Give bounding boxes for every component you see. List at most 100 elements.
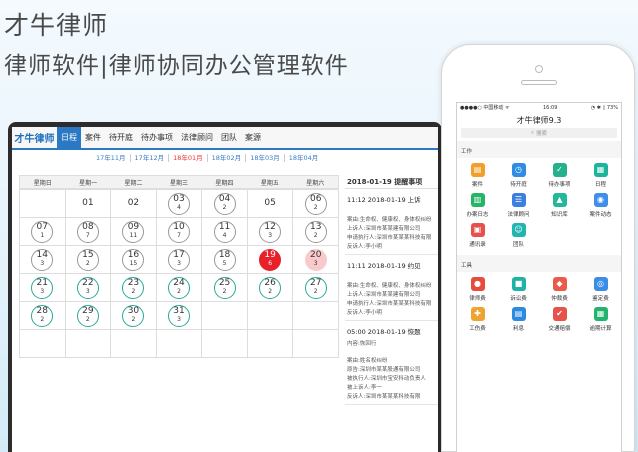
nav-item-5[interactable]: 团队 — [217, 127, 241, 148]
calendar-day-cell[interactable]: 02 — [111, 190, 157, 218]
app-knowledge[interactable]: ▲ 知识库 — [539, 190, 580, 220]
day-marker[interactable]: 05 — [259, 193, 281, 215]
day-marker[interactable]: 12 3 — [259, 220, 282, 243]
app-clock[interactable]: ◷ 待开庭 — [498, 160, 539, 190]
calendar-day-cell[interactable]: 20 3 — [293, 246, 339, 274]
app-injury-fee[interactable]: ✚ 工伤费 — [457, 304, 498, 334]
calendar-day-cell[interactable]: 24 2 — [156, 274, 203, 302]
day-marker[interactable]: 13 2 — [304, 220, 327, 243]
day-marker[interactable]: 30 2 — [122, 304, 145, 327]
month-link-0[interactable]: 17年11月 — [92, 154, 131, 162]
app-calendar[interactable]: ▦ 日程 — [580, 160, 621, 190]
day-marker[interactable]: 31 3 — [167, 304, 190, 327]
nav-item-4[interactable]: 法律顾问 — [177, 127, 217, 148]
app-overdue[interactable]: ▦ 逾期计算 — [580, 304, 621, 334]
day-marker[interactable]: 11 4 — [213, 220, 236, 243]
month-link-3[interactable]: 18年02月 — [208, 154, 247, 162]
app-lawyer-fee[interactable]: ● 律师费 — [457, 274, 498, 304]
calendar-day-cell[interactable]: 09 11 — [111, 218, 157, 246]
day-marker[interactable]: 02 — [122, 193, 144, 215]
calendar-day-cell[interactable]: 07 1 — [20, 218, 66, 246]
day-marker[interactable]: 08 7 — [76, 220, 99, 243]
day-marker[interactable]: 22 3 — [76, 276, 99, 299]
day-marker[interactable]: 15 2 — [76, 248, 99, 271]
day-marker[interactable]: 18 5 — [213, 248, 236, 271]
calendar-day-cell[interactable]: 15 2 — [65, 246, 112, 274]
calendar-day-cell[interactable]: 27 2 — [293, 274, 339, 302]
calendar-day-cell[interactable]: 08 7 — [65, 218, 112, 246]
calendar-day-cell[interactable]: 19 6 — [247, 246, 294, 274]
day-marker[interactable]: 09 11 — [122, 220, 145, 243]
nav-item-3[interactable]: 待办事项 — [137, 127, 177, 148]
reminder-item[interactable]: 11:12 2018-01-19 上诉 案由:生命权、健康权、身体权纠纷 上诉人:深… — [345, 189, 438, 255]
app-team[interactable]: ☺ 团队 — [498, 220, 539, 250]
day-marker[interactable]: 14 3 — [31, 248, 54, 271]
calendar-day-cell[interactable]: 04 2 — [202, 190, 248, 218]
month-link-5[interactable]: 18年04月 — [285, 154, 323, 162]
calendar-day-cell[interactable]: 23 2 — [111, 274, 157, 302]
day-marker[interactable]: 07 1 — [31, 220, 54, 243]
calendar-day-cell[interactable]: 12 3 — [247, 218, 294, 246]
calendar-day-cell[interactable]: 31 3 — [156, 302, 203, 330]
day-marker[interactable]: 24 2 — [167, 276, 190, 299]
month-link-4[interactable]: 18年03月 — [246, 154, 285, 162]
calendar-day-cell[interactable]: 01 — [65, 190, 112, 218]
calendar-day-cell[interactable]: 03 4 — [156, 190, 203, 218]
day-marker[interactable]: 21 3 — [31, 276, 54, 299]
day-marker[interactable]: 01 — [77, 193, 99, 215]
app-litigation-fee[interactable]: ■ 诉讼费 — [498, 274, 539, 304]
app-case[interactable]: ▤ 案件 — [457, 160, 498, 190]
app-traffic[interactable]: ✔ 交通赔偿 — [539, 304, 580, 334]
calendar-day-cell[interactable]: 11 4 — [202, 218, 248, 246]
reminder-item[interactable]: 11:11 2018-01-19 约见 案由:生命权、健康权、身体权纠纷 上诉人:深… — [345, 255, 438, 321]
day-marker[interactable]: 16 15 — [122, 248, 145, 271]
app-contacts[interactable]: ▣ 通讯录 — [457, 220, 498, 250]
app-dynamic[interactable]: ◉ 案件动态 — [580, 190, 621, 220]
day-marker[interactable]: 10 7 — [167, 220, 190, 243]
day-marker[interactable]: 27 2 — [304, 276, 327, 299]
calendar-day-cell[interactable]: 10 7 — [156, 218, 203, 246]
day-marker[interactable]: 20 3 — [304, 248, 327, 271]
day-marker[interactable]: 06 2 — [304, 192, 327, 215]
calendar-day-cell[interactable]: 21 3 — [20, 274, 66, 302]
calendar-day-cell[interactable]: 06 2 — [293, 190, 339, 218]
nav-item-1[interactable]: 案件 — [81, 127, 105, 148]
month-link-1[interactable]: 17年12月 — [131, 154, 170, 162]
day-marker[interactable]: 28 2 — [31, 304, 54, 327]
nav-item-2[interactable]: 待开庭 — [105, 127, 137, 148]
day-marker[interactable]: 23 2 — [122, 276, 145, 299]
nav-item-6[interactable]: 案源 — [241, 127, 265, 148]
calendar-day-cell[interactable]: 30 2 — [111, 302, 157, 330]
calendar-day-cell[interactable]: 16 15 — [111, 246, 157, 274]
app-appraisal-fee[interactable]: ◎ 鉴定费 — [580, 274, 621, 304]
search-input[interactable]: ⌕ 搜索 — [461, 128, 617, 138]
day-marker[interactable]: 25 2 — [213, 276, 236, 299]
app-logo[interactable]: 才牛律师 — [12, 127, 57, 148]
day-marker[interactable]: 04 2 — [213, 192, 236, 215]
day-marker[interactable]: 03 4 — [167, 192, 190, 215]
calendar-day-cell[interactable]: 22 3 — [65, 274, 112, 302]
reminder-item[interactable]: 05:00 2018-01-19 恢题 内容:恢回行 案由:姓名权纠纷 原告:深圳市某… — [345, 321, 438, 405]
tools-app-grid: ● 律师费 ■ 诉讼费 ◆ 仲裁费 ◎ 鉴定费 ✚ 工伤费 ▤ 利息 ✔ 交通赔偿 ▦ 逾期计算 — [457, 272, 621, 336]
calendar-day-cell[interactable]: 25 2 — [202, 274, 248, 302]
month-link-2[interactable]: 18年01月 — [169, 154, 208, 162]
app-log[interactable]: ▥ 办案日志 — [457, 190, 498, 220]
app-arbitration-fee[interactable]: ◆ 仲裁费 — [539, 274, 580, 304]
calendar-day-cell[interactable]: 26 2 — [247, 274, 294, 302]
app-todo[interactable]: ✓ 待办事项 — [539, 160, 580, 190]
calendar-day-cell[interactable]: 18 5 — [202, 246, 248, 274]
app-interest[interactable]: ▤ 利息 — [498, 304, 539, 334]
calendar-day-cell[interactable]: 05 — [247, 190, 294, 218]
app-advisor[interactable]: ☰ 法律顾问 — [498, 190, 539, 220]
day-marker[interactable]: 19 6 — [259, 248, 282, 271]
calendar-day-cell[interactable]: 17 3 — [156, 246, 203, 274]
calendar-day-cell[interactable]: 14 3 — [20, 246, 66, 274]
calendar-day-cell[interactable]: 28 2 — [20, 302, 66, 330]
battery-status: ◔ ✱ ▯ 73% — [590, 104, 618, 111]
calendar-day-cell[interactable]: 29 2 — [65, 302, 112, 330]
day-marker[interactable]: 17 3 — [167, 248, 190, 271]
nav-item-0[interactable]: 日程 — [57, 127, 81, 148]
calendar-day-cell[interactable]: 13 2 — [293, 218, 339, 246]
day-marker[interactable]: 29 2 — [76, 304, 99, 327]
day-marker[interactable]: 26 2 — [259, 276, 282, 299]
